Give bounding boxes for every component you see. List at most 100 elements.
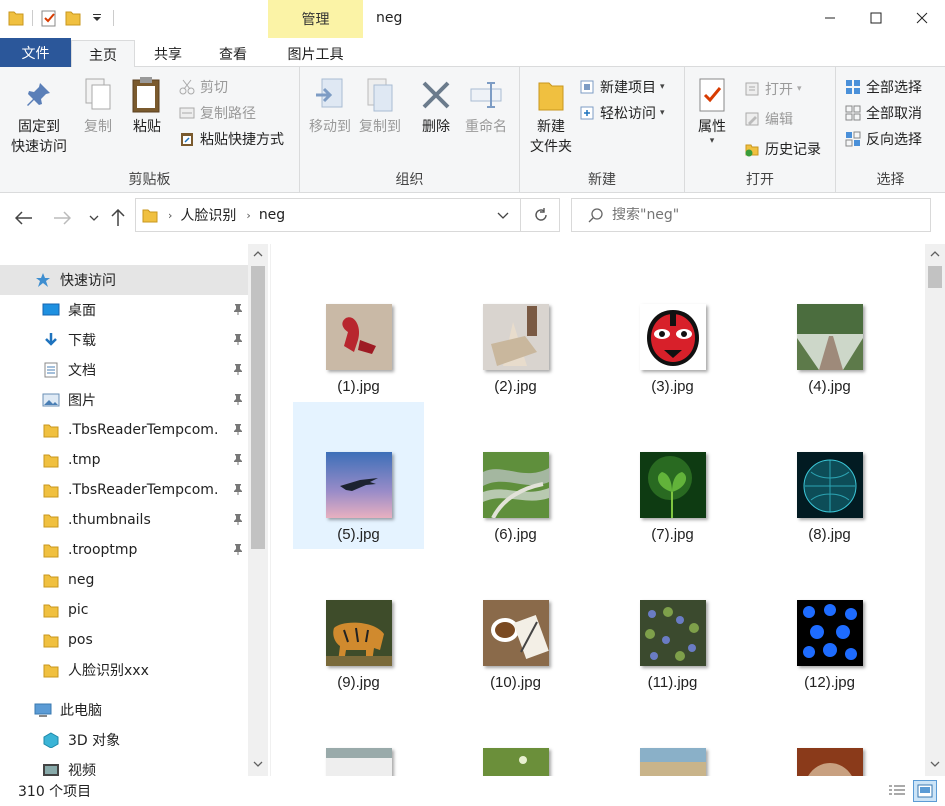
file-tile[interactable]: (10).jpg xyxy=(450,550,581,697)
properties-button[interactable]: 属性 ▾ xyxy=(691,75,733,146)
nav-this-pc[interactable]: 此电脑 xyxy=(0,695,248,725)
close-button[interactable] xyxy=(899,0,945,36)
nav-scrollbar[interactable] xyxy=(248,244,268,776)
recent-locations-button[interactable] xyxy=(84,208,104,228)
cut-button[interactable]: 剪切 xyxy=(178,75,228,99)
nav-quick-access[interactable]: 快速访问 xyxy=(0,265,248,295)
scroll-up-icon[interactable] xyxy=(248,246,268,262)
manage-contextual-tab[interactable]: 管理 xyxy=(268,0,363,38)
file-name: (6).jpg xyxy=(494,526,537,543)
nav-item[interactable]: 桌面 xyxy=(0,295,248,325)
minimize-button[interactable] xyxy=(807,0,853,36)
scroll-down-icon[interactable] xyxy=(925,756,945,772)
file-tile[interactable]: (9).jpg xyxy=(293,550,424,697)
new-folder-button[interactable]: 新建 文件夹 xyxy=(526,75,576,157)
properties-check-icon[interactable] xyxy=(41,9,57,27)
nav-pc-item[interactable]: 视频 xyxy=(0,755,248,776)
content-scroll-thumb[interactable] xyxy=(928,266,942,288)
nav-item[interactable]: 图片 xyxy=(0,385,248,415)
forward-button[interactable] xyxy=(52,208,72,228)
pin-icon[interactable] xyxy=(232,363,244,375)
select-all-button[interactable]: 全部选择 xyxy=(844,75,922,99)
pin-icon[interactable] xyxy=(232,513,244,525)
move-to-button[interactable]: 移动到 xyxy=(306,75,354,137)
new-item-button[interactable]: 新建项目 ▾ xyxy=(578,75,665,99)
breadcrumb-neg[interactable]: neg xyxy=(259,207,285,223)
nav-item[interactable]: pos xyxy=(0,625,248,655)
tab-file[interactable]: 文件 xyxy=(0,38,71,67)
nav-item-label: 3D 对象 xyxy=(68,733,121,749)
nav-item[interactable]: neg xyxy=(0,565,248,595)
nav-item[interactable]: .TbsReaderTempcom. xyxy=(0,475,248,505)
delete-button[interactable]: 删除 xyxy=(416,75,456,137)
navigation-bar: › 人脸识别 › neg xyxy=(0,194,945,244)
file-tile[interactable]: (11).jpg xyxy=(607,550,738,697)
nav-scroll-thumb[interactable] xyxy=(251,266,265,549)
nav-item[interactable]: .trooptmp xyxy=(0,535,248,565)
history-button[interactable]: 历史记录 xyxy=(743,137,821,161)
nav-item[interactable]: 人脸识别xxx xyxy=(0,655,248,685)
details-view-button[interactable] xyxy=(885,780,909,802)
pin-icon[interactable] xyxy=(232,303,244,315)
chevron-down-icon[interactable] xyxy=(497,212,509,220)
nav-item[interactable]: 文档 xyxy=(0,355,248,385)
file-tile[interactable] xyxy=(607,698,738,776)
address-bar[interactable]: › 人脸识别 › neg xyxy=(135,198,560,232)
easy-access-button[interactable]: 轻松访问 ▾ xyxy=(578,101,665,125)
scroll-up-icon[interactable] xyxy=(925,246,945,262)
pin-icon[interactable] xyxy=(232,393,244,405)
nav-item[interactable]: .tmp xyxy=(0,445,248,475)
file-tile[interactable]: (7).jpg xyxy=(607,402,738,549)
folder-icon xyxy=(42,482,60,498)
pin-icon[interactable] xyxy=(232,453,244,465)
large-icons-view-button[interactable] xyxy=(913,780,937,802)
pin-icon[interactable] xyxy=(232,333,244,345)
nav-item[interactable]: 下载 xyxy=(0,325,248,355)
nav-item[interactable]: .TbsReaderTempcom. xyxy=(0,415,248,445)
maximize-button[interactable] xyxy=(853,0,899,36)
file-tile[interactable]: (1).jpg xyxy=(293,254,424,401)
copy-to-button[interactable]: 复制到 xyxy=(356,75,404,137)
pin-icon[interactable] xyxy=(232,483,244,495)
file-tile[interactable]: (3).jpg xyxy=(607,254,738,401)
tab-share[interactable]: 共享 xyxy=(140,40,196,67)
copy-path-button[interactable]: 复制路径 xyxy=(178,101,256,125)
rename-button[interactable]: 重命名 xyxy=(462,75,510,137)
ribbon-tab-strip: 文件 主页 共享 查看 图片工具 ? xyxy=(0,38,945,99)
file-tile[interactable]: (4).jpg xyxy=(764,254,895,401)
search-box[interactable] xyxy=(571,198,931,232)
select-none-button[interactable]: 全部取消 xyxy=(844,101,922,125)
file-tile[interactable]: (8).jpg xyxy=(764,402,895,549)
nav-item[interactable]: pic xyxy=(0,595,248,625)
customize-toolbar-icon[interactable] xyxy=(89,9,105,27)
paste-shortcut-button[interactable]: 粘贴快捷方式 xyxy=(178,127,284,151)
nav-pc-item[interactable]: 3D 对象 xyxy=(0,725,248,755)
scroll-down-icon[interactable] xyxy=(248,756,268,772)
edit-button[interactable]: 编辑 xyxy=(743,107,793,131)
back-button[interactable] xyxy=(14,208,34,228)
file-tile[interactable]: (6).jpg xyxy=(450,402,581,549)
paste-button[interactable]: 粘贴 xyxy=(126,75,168,137)
pin-to-quick-access-button[interactable]: 固定到 快速访问 xyxy=(8,75,70,157)
file-tile[interactable]: (2).jpg xyxy=(450,254,581,401)
file-tile[interactable]: (12).jpg xyxy=(764,550,895,697)
invert-selection-button[interactable]: 反向选择 xyxy=(844,127,922,151)
file-tile[interactable] xyxy=(450,698,581,776)
tab-view[interactable]: 查看 xyxy=(205,40,261,67)
file-tile[interactable] xyxy=(293,698,424,776)
search-input[interactable] xyxy=(612,207,912,223)
content-scrollbar[interactable] xyxy=(925,244,945,776)
pin-icon[interactable] xyxy=(232,423,244,435)
refresh-button[interactable] xyxy=(520,198,560,232)
nav-item[interactable]: .thumbnails xyxy=(0,505,248,535)
breadcrumb-face-recognition[interactable]: 人脸识别 xyxy=(180,205,236,225)
new-folder-icon[interactable] xyxy=(65,9,81,27)
tab-picture-tools[interactable]: 图片工具 xyxy=(268,40,363,67)
copy-button[interactable]: 复制 xyxy=(78,75,118,137)
up-button[interactable] xyxy=(108,208,128,228)
tab-home[interactable]: 主页 xyxy=(71,40,135,68)
open-button[interactable]: 打开 ▾ xyxy=(743,77,802,101)
file-tile[interactable] xyxy=(764,698,895,776)
pin-icon[interactable] xyxy=(232,543,244,555)
file-tile[interactable]: (5).jpg xyxy=(293,402,424,549)
